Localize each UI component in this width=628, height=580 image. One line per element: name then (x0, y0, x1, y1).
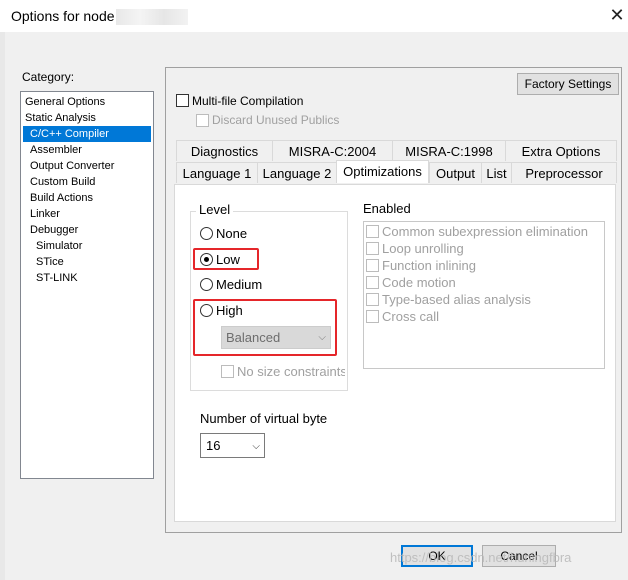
title-redacted-blur (116, 9, 188, 25)
enabled-item-checkbox[interactable] (366, 225, 379, 238)
factory-settings-button[interactable]: Factory Settings (517, 73, 619, 95)
level-medium-radio[interactable] (200, 278, 213, 291)
highlight-box-high (193, 299, 337, 356)
category-label: Category: (22, 70, 75, 84)
enabled-item-checkbox[interactable] (366, 276, 379, 289)
category-item-simulator[interactable]: Simulator (23, 238, 84, 254)
tab-list[interactable]: List (481, 162, 511, 183)
close-icon[interactable]: ✕ (606, 4, 628, 26)
category-item-c-cpp-compiler[interactable]: C/C++ Compiler (23, 126, 151, 142)
no-size-constraints-label: No size constraints (237, 364, 345, 379)
category-item-stice[interactable]: STice (23, 254, 66, 270)
multifile-compilation-checkbox[interactable] (176, 94, 189, 107)
category-item-assembler[interactable]: Assembler (23, 142, 84, 158)
tab-diagnostics[interactable]: Diagnostics (176, 140, 272, 161)
category-item-debugger[interactable]: Debugger (23, 222, 80, 238)
multifile-compilation-label: Multi-file Compilation (192, 94, 304, 108)
enabled-item-checkbox[interactable] (366, 259, 379, 272)
category-item-custom-build[interactable]: Custom Build (23, 174, 97, 190)
tab-output[interactable]: Output (429, 162, 481, 183)
enabled-item-checkbox[interactable] (366, 310, 379, 323)
tab-misra-c-2004[interactable]: MISRA-C:2004 (272, 140, 392, 161)
tab-language-2[interactable]: Language 2 (257, 162, 336, 183)
enabled-item-checkbox[interactable] (366, 293, 379, 306)
level-group-title: Level (196, 202, 234, 217)
tab-misra-c-1998[interactable]: MISRA-C:1998 (392, 140, 505, 161)
virtual-bytes-value: 16 (206, 438, 221, 453)
enabled-transformations-list: Common subexpression elimination Loop un… (363, 221, 605, 369)
enabled-item-checkbox[interactable] (366, 242, 379, 255)
discard-unused-publics-checkbox[interactable] (196, 114, 209, 127)
no-size-constraints-label-clip: No size constraints (237, 364, 345, 379)
no-size-constraints-checkbox[interactable] (221, 365, 234, 378)
category-item-linker[interactable]: Linker (23, 206, 62, 222)
virtual-bytes-select[interactable]: 16 ⌵ (200, 433, 265, 458)
category-item-static-analysis[interactable]: Static Analysis (23, 110, 98, 126)
category-item-build-actions[interactable]: Build Actions (23, 190, 95, 206)
window-title: Options for node (11, 8, 115, 24)
tab-preprocessor[interactable]: Preprocessor (511, 162, 617, 183)
level-medium-label: Medium (216, 277, 263, 292)
chevron-down-icon: ⌵ (252, 441, 260, 452)
virtual-bytes-label: Number of virtual byte (200, 411, 328, 426)
highlight-box-low (193, 248, 259, 270)
category-list[interactable]: General Options Static Analysis C/C++ Co… (20, 91, 154, 479)
level-none-radio[interactable] (200, 227, 213, 240)
tab-language-1[interactable]: Language 1 (176, 162, 257, 183)
enabled-title: Enabled (363, 201, 411, 216)
tab-optimizations[interactable]: Optimizations (336, 160, 429, 183)
watermark: https://blog.csdn.net/huningfbra (390, 550, 572, 565)
category-item-st-link[interactable]: ST-LINK (23, 270, 80, 286)
category-item-general-options[interactable]: General Options (23, 94, 107, 110)
level-none-label: None (216, 226, 248, 241)
discard-unused-publics-label: Discard Unused Publics (212, 113, 340, 127)
tab-extra-options[interactable]: Extra Options (505, 140, 617, 161)
category-item-output-converter[interactable]: Output Converter (23, 158, 116, 174)
